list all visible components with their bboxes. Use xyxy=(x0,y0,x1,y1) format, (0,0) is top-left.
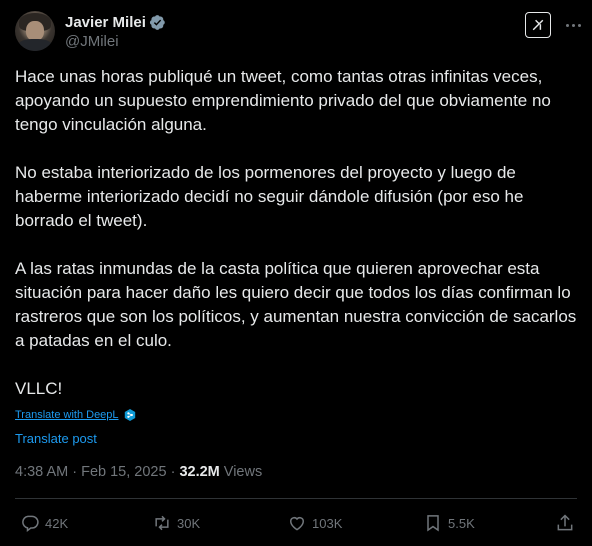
deepl-translate: Translate with DeepL xyxy=(15,408,137,422)
like-icon xyxy=(290,517,304,531)
divider xyxy=(15,498,577,499)
tweet-paragraph: A las ratas inmundas de la casta polític… xyxy=(15,259,577,350)
tweet-card: Javier Milei @JMilei Hace unas horas pub… xyxy=(0,0,592,546)
retweet-button[interactable]: 30K xyxy=(152,510,200,536)
tweet-paragraph: Hace unas horas publiqué un tweet, como … xyxy=(15,67,551,134)
translate-deepl-link[interactable]: Translate with DeepL xyxy=(15,409,119,421)
bookmark-icon xyxy=(427,515,439,532)
more-icon[interactable] xyxy=(563,14,583,36)
bookmark-button[interactable]: 5.5K xyxy=(423,510,475,536)
verified-badge-icon[interactable] xyxy=(149,14,166,31)
tweet-paragraph: No estaba interiorizado de los pormenore… xyxy=(15,163,524,230)
meta-separator: · xyxy=(68,464,82,480)
reply-button[interactable]: 42K xyxy=(20,510,68,536)
author-handle[interactable]: @JMilei xyxy=(65,33,119,50)
reply-icon xyxy=(22,515,39,532)
translate-post-link[interactable]: Translate post xyxy=(15,431,97,446)
tweet-time[interactable]: 4:38 AM xyxy=(15,464,68,480)
retweet-count: 30K xyxy=(177,515,201,531)
tweet-actions: 42K 30K 103K 5.5K xyxy=(15,510,577,536)
reply-count: 42K xyxy=(45,515,69,531)
tweet-date[interactable]: Feb 15, 2025 xyxy=(81,464,166,480)
bookmark-count: 5.5K xyxy=(448,515,475,531)
tweet-text: Hace unas horas publiqué un tweet, como … xyxy=(15,65,580,401)
author-name[interactable]: Javier Milei xyxy=(65,14,146,31)
retweet-icon xyxy=(155,515,169,531)
grok-icon[interactable] xyxy=(525,12,551,38)
avatar[interactable] xyxy=(15,11,55,51)
views-label: Views xyxy=(223,464,263,480)
views-count: 32.2M xyxy=(179,464,220,480)
share-button[interactable] xyxy=(555,510,580,536)
tweet-paragraph: VLLC! xyxy=(15,379,63,398)
author-name-line: Javier Milei xyxy=(65,12,166,32)
meta-separator: · xyxy=(166,464,180,480)
tweet-meta: 4:38 AM · Feb 15, 2025 · 32.2M Views xyxy=(15,464,262,480)
share-icon xyxy=(557,514,573,531)
like-button[interactable]: 103K xyxy=(287,510,342,536)
like-count: 103K xyxy=(312,515,343,531)
deepl-icon xyxy=(123,408,137,422)
tweet-header: Javier Milei @JMilei xyxy=(15,11,585,53)
